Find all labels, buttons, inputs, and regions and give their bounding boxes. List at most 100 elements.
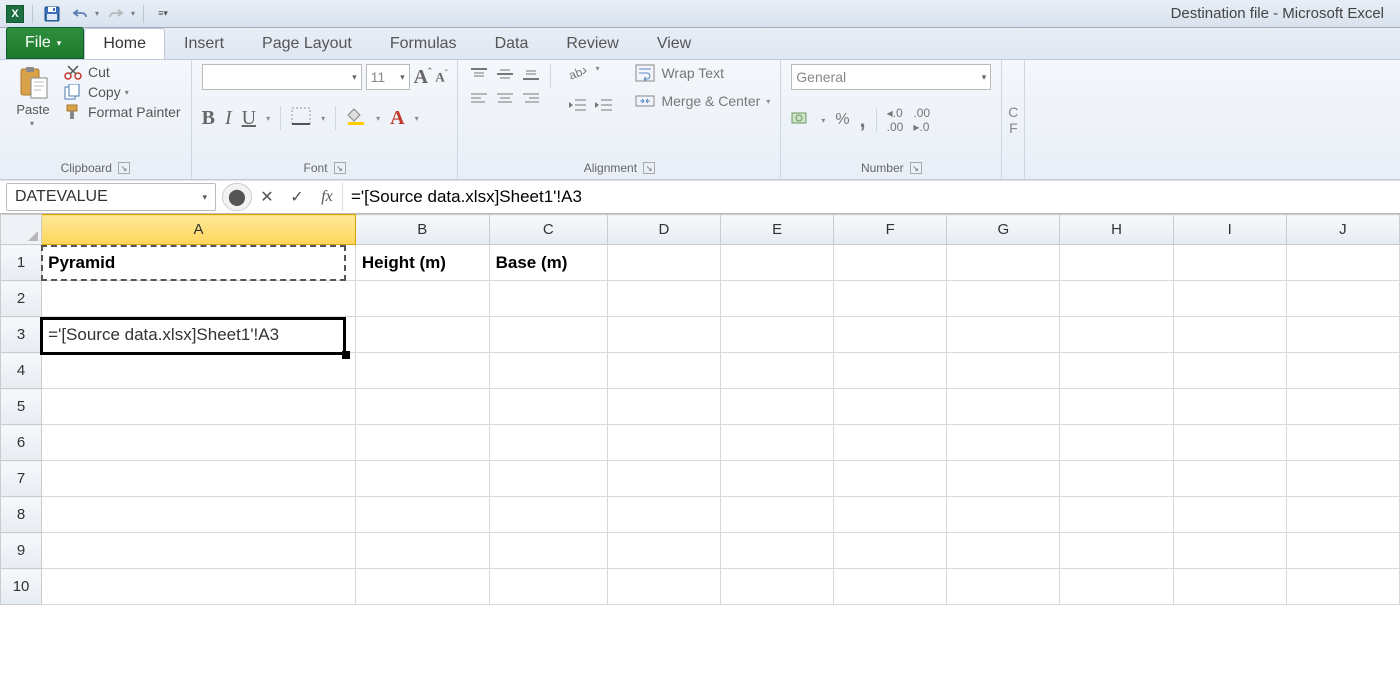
fx-icon[interactable]: fx [312, 183, 342, 211]
cell[interactable] [607, 389, 720, 425]
chevron-down-icon[interactable]: ▾ [125, 88, 129, 97]
cell[interactable] [721, 569, 834, 605]
col-header-D[interactable]: D [607, 215, 720, 245]
cell[interactable] [607, 569, 720, 605]
cell[interactable] [489, 389, 607, 425]
increase-indent-button[interactable] [593, 97, 613, 118]
percent-button[interactable]: % [835, 111, 849, 129]
cell[interactable] [489, 317, 607, 353]
cell[interactable] [355, 497, 489, 533]
col-header-I[interactable]: I [1173, 215, 1286, 245]
chevron-down-icon[interactable]: ▾ [321, 114, 325, 123]
cell[interactable] [721, 533, 834, 569]
italic-button[interactable]: I [225, 107, 232, 130]
cell[interactable] [721, 461, 834, 497]
merge-center-button[interactable]: Merge & Center▾ [635, 92, 770, 110]
cell[interactable] [834, 245, 947, 281]
cell[interactable] [42, 353, 356, 389]
fill-handle[interactable] [342, 351, 350, 359]
dialog-launcher-icon[interactable]: ↘ [118, 162, 130, 174]
insert-function-round-button[interactable]: ⬤ [222, 183, 252, 211]
number-format-combo[interactable]: General▾ [791, 64, 991, 90]
cell[interactable] [42, 461, 356, 497]
orientation-button[interactable]: ab [567, 64, 589, 87]
accounting-format-button[interactable] [791, 110, 811, 131]
format-painter-button[interactable]: Format Painter [64, 104, 181, 120]
cell[interactable] [489, 353, 607, 389]
cell[interactable] [834, 569, 947, 605]
chevron-down-icon[interactable]: ▾ [821, 116, 825, 125]
align-bottom-button[interactable] [520, 64, 542, 84]
cell[interactable] [42, 569, 356, 605]
font-color-button[interactable]: A [390, 107, 404, 130]
cell[interactable] [1173, 389, 1286, 425]
formula-input[interactable] [342, 183, 1400, 211]
cell[interactable] [947, 425, 1060, 461]
fill-color-button[interactable] [346, 107, 366, 130]
chevron-down-icon[interactable]: ▾ [266, 114, 270, 123]
cell[interactable] [1173, 425, 1286, 461]
cell[interactable] [1173, 245, 1286, 281]
underline-button[interactable]: U [242, 107, 256, 130]
cell[interactable] [355, 425, 489, 461]
align-top-button[interactable] [468, 64, 490, 84]
col-header-J[interactable]: J [1286, 215, 1399, 245]
cancel-formula-button[interactable]: ✕ [252, 183, 282, 211]
cell[interactable] [355, 533, 489, 569]
name-box[interactable]: DATEVALUE▾ [6, 183, 216, 211]
qat-customize-button[interactable]: ≡▾ [152, 3, 174, 25]
cell[interactable] [1286, 281, 1399, 317]
cell[interactable] [355, 317, 489, 353]
undo-button[interactable] [69, 3, 91, 25]
comma-button[interactable]: , [860, 107, 866, 133]
grow-font-button[interactable]: Aˆ [414, 66, 432, 89]
cell[interactable] [1173, 533, 1286, 569]
cell[interactable] [947, 281, 1060, 317]
col-header-E[interactable]: E [721, 215, 834, 245]
cell[interactable] [947, 317, 1060, 353]
select-all-corner[interactable] [1, 215, 42, 245]
cell[interactable] [834, 533, 947, 569]
cut-button[interactable]: Cut [64, 64, 181, 80]
cell[interactable] [355, 461, 489, 497]
copy-button[interactable]: Copy▾ [64, 84, 181, 100]
cell[interactable] [1173, 569, 1286, 605]
tab-home[interactable]: Home [84, 28, 165, 59]
cell[interactable] [1286, 461, 1399, 497]
cell[interactable] [834, 461, 947, 497]
cell[interactable] [1286, 533, 1399, 569]
cell[interactable] [947, 389, 1060, 425]
col-header-H[interactable]: H [1060, 215, 1173, 245]
font-name-combo[interactable]: ▾ [202, 64, 362, 90]
tab-file[interactable]: File▾ [6, 27, 84, 59]
cell[interactable] [1173, 497, 1286, 533]
align-middle-button[interactable] [494, 64, 516, 84]
cell[interactable] [489, 281, 607, 317]
cell[interactable] [1060, 497, 1173, 533]
cell[interactable] [947, 497, 1060, 533]
cell[interactable] [1060, 245, 1173, 281]
cell[interactable] [355, 389, 489, 425]
col-header-B[interactable]: B [355, 215, 489, 245]
cell[interactable] [721, 353, 834, 389]
cell[interactable] [1286, 245, 1399, 281]
cell[interactable] [607, 425, 720, 461]
cell[interactable] [1286, 353, 1399, 389]
borders-button[interactable] [291, 107, 311, 130]
tab-review[interactable]: Review [547, 28, 637, 59]
row-header[interactable]: 10 [1, 569, 42, 605]
cell[interactable] [947, 533, 1060, 569]
tab-formulas[interactable]: Formulas [371, 28, 476, 59]
cell[interactable] [42, 497, 356, 533]
cell[interactable] [607, 533, 720, 569]
cell[interactable] [1060, 533, 1173, 569]
dialog-launcher-icon[interactable]: ↘ [643, 162, 655, 174]
cell[interactable] [721, 389, 834, 425]
row-header[interactable]: 3 [1, 317, 42, 353]
tab-page-layout[interactable]: Page Layout [243, 28, 371, 59]
cell[interactable] [489, 425, 607, 461]
cell[interactable] [42, 533, 356, 569]
cell[interactable] [355, 281, 489, 317]
tab-data[interactable]: Data [476, 28, 548, 59]
enter-formula-button[interactable]: ✓ [282, 183, 312, 211]
